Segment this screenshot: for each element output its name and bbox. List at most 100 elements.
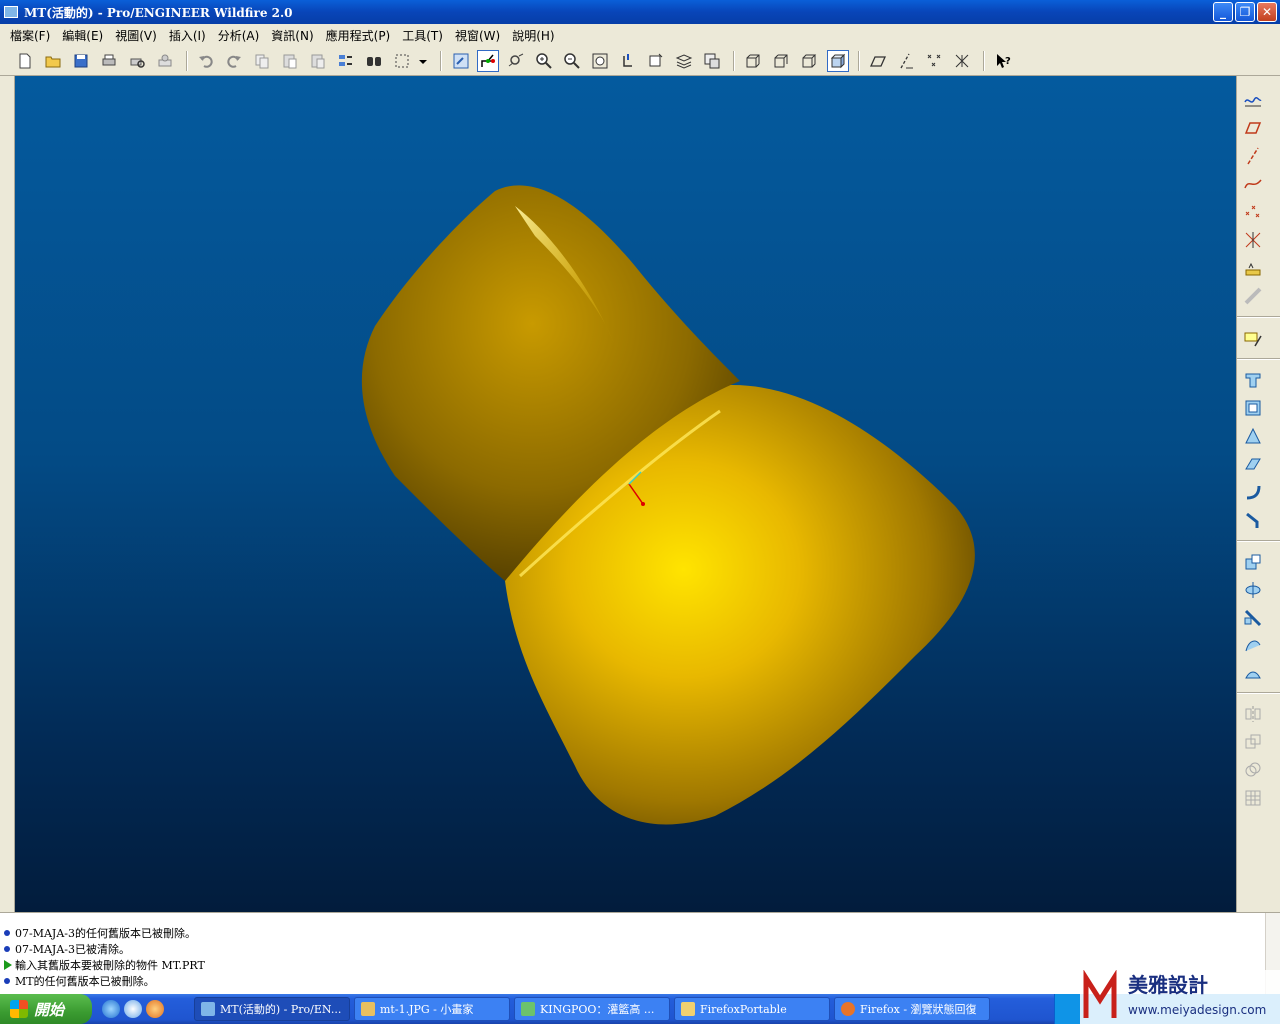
variable-sweep-icon[interactable]	[1241, 424, 1265, 448]
draft-icon[interactable]	[1241, 634, 1265, 658]
sketch-tool-icon[interactable]	[1241, 326, 1265, 350]
trim-icon[interactable]	[1241, 758, 1265, 782]
extrude-icon[interactable]	[1241, 368, 1265, 392]
datum-axis-icon[interactable]	[1241, 144, 1265, 168]
paste-special-icon[interactable]	[307, 50, 329, 72]
task-kingpoo[interactable]: KINGPOO：灌籃高 ...	[514, 997, 670, 1021]
window-controls: _ ❐ ✕	[1213, 2, 1277, 22]
window-title: MT(活動的) - Pro/ENGINEER Wildfire 2.0	[24, 5, 293, 20]
dropdown-icon[interactable]	[416, 50, 430, 72]
left-panel-strip[interactable]	[0, 76, 15, 912]
select-box-icon[interactable]	[391, 50, 413, 72]
paste-icon[interactable]	[279, 50, 301, 72]
datum-plane-toggle-icon[interactable]	[867, 50, 889, 72]
graphics-window[interactable]	[15, 76, 1236, 912]
rib-icon[interactable]	[1241, 606, 1265, 630]
hidden-line-icon[interactable]	[770, 50, 792, 72]
kingpoo-task-icon	[521, 1002, 535, 1016]
app-icon	[4, 6, 18, 18]
pattern-icon[interactable]	[1241, 786, 1265, 810]
main-toolbar: ?	[0, 46, 1280, 76]
orient-icon[interactable]	[505, 50, 527, 72]
desktop-icon[interactable]	[124, 1000, 142, 1018]
no-hidden-icon[interactable]	[798, 50, 820, 72]
saved-views-icon[interactable]	[645, 50, 667, 72]
datum-point-toggle-icon[interactable]	[923, 50, 945, 72]
refit-icon[interactable]	[589, 50, 611, 72]
task-firefox-portable[interactable]: FirefoxPortable	[674, 997, 830, 1021]
datum-disabled-icon[interactable]	[1241, 284, 1265, 308]
toolbar-separator	[983, 51, 985, 71]
send-icon[interactable]	[154, 50, 176, 72]
menu-view[interactable]: 視圖(V)	[109, 27, 163, 44]
repaint-icon[interactable]	[450, 50, 472, 72]
info-bullet-icon	[4, 946, 10, 952]
zoom-out-icon[interactable]	[561, 50, 583, 72]
datum-axis-toggle-icon[interactable]	[895, 50, 917, 72]
view-manager-icon[interactable]	[701, 50, 723, 72]
restore-button[interactable]: ❐	[1235, 2, 1255, 22]
message-scrollbar[interactable]	[1265, 913, 1280, 995]
message-line: MT的任何舊版本已被刪除。	[4, 973, 155, 989]
print-preview-icon[interactable]	[126, 50, 148, 72]
context-help-icon[interactable]: ?	[992, 50, 1014, 72]
menu-insert[interactable]: 插入(I)	[163, 27, 212, 44]
mirror-icon[interactable]	[1241, 702, 1265, 726]
shading-icon[interactable]	[827, 50, 849, 72]
revolve-icon[interactable]	[1241, 396, 1265, 420]
save-icon[interactable]	[70, 50, 92, 72]
merge-icon[interactable]	[1241, 730, 1265, 754]
undo-icon[interactable]	[195, 50, 217, 72]
coordsys-toggle-icon[interactable]	[951, 50, 973, 72]
print-icon[interactable]	[98, 50, 120, 72]
menu-info[interactable]: 資訊(N)	[265, 27, 319, 44]
layers-icon[interactable]	[673, 50, 695, 72]
windows-logo-icon	[10, 1000, 28, 1018]
find-icon[interactable]	[363, 50, 385, 72]
title-bar: MT(活動的) - Pro/ENGINEER Wildfire 2.0 _ ❐ …	[0, 0, 1280, 24]
wireframe-icon[interactable]	[742, 50, 764, 72]
close-button[interactable]: ✕	[1257, 2, 1277, 22]
toolbar-separator	[1237, 540, 1280, 542]
task-paint[interactable]: mt-1.JPG - 小畫家	[354, 997, 510, 1021]
task-firefox[interactable]: Firefox - 瀏覽狀態回復	[834, 997, 990, 1021]
zoom-in-icon[interactable]	[533, 50, 555, 72]
start-button[interactable]: 開始	[0, 994, 92, 1024]
hole-icon[interactable]	[1241, 550, 1265, 574]
menu-applications[interactable]: 應用程式(P)	[320, 27, 397, 44]
datum-plane-icon[interactable]	[1241, 116, 1265, 140]
copy-icon[interactable]	[251, 50, 273, 72]
open-folder-icon[interactable]	[42, 50, 64, 72]
redo-icon[interactable]	[223, 50, 245, 72]
regenerate-icon[interactable]	[335, 50, 357, 72]
minimize-button[interactable]: _	[1213, 2, 1233, 22]
menu-file[interactable]: 檔案(F)	[4, 27, 56, 44]
boundary-blend-icon[interactable]	[1241, 662, 1265, 686]
menu-edit[interactable]: 編輯(E)	[56, 27, 109, 44]
datum-point-icon[interactable]	[1241, 200, 1265, 224]
shell-icon[interactable]	[1241, 578, 1265, 602]
toolbar-separator	[1237, 316, 1280, 318]
datum-curve-icon[interactable]	[1241, 172, 1265, 196]
spin-center-icon[interactable]	[477, 50, 499, 72]
menu-analysis[interactable]: 分析(A)	[212, 27, 266, 44]
menu-help[interactable]: 說明(H)	[506, 27, 560, 44]
blend-icon[interactable]	[1241, 452, 1265, 476]
datum-curve-sketch-icon[interactable]	[1241, 88, 1265, 112]
reorient-icon[interactable]	[617, 50, 639, 72]
messenger-icon[interactable]	[146, 1000, 164, 1018]
analysis-feature-icon[interactable]	[1241, 256, 1265, 280]
toolbar-separator	[858, 51, 860, 71]
chamfer-icon[interactable]	[1241, 508, 1265, 532]
toolbar-separator	[733, 51, 735, 71]
datum-coordsys-icon[interactable]	[1241, 228, 1265, 252]
menu-window[interactable]: 視窗(W)	[449, 27, 506, 44]
menu-tools[interactable]: 工具(T)	[396, 27, 449, 44]
folder-task-icon	[681, 1002, 695, 1016]
task-proengineer[interactable]: MT(活動的) - Pro/EN...	[194, 997, 350, 1021]
svg-text:?: ?	[1005, 56, 1011, 67]
ie-icon[interactable]	[102, 1000, 120, 1018]
round-icon[interactable]	[1241, 480, 1265, 504]
firefox-task-icon	[841, 1002, 855, 1016]
new-file-icon[interactable]	[14, 50, 36, 72]
